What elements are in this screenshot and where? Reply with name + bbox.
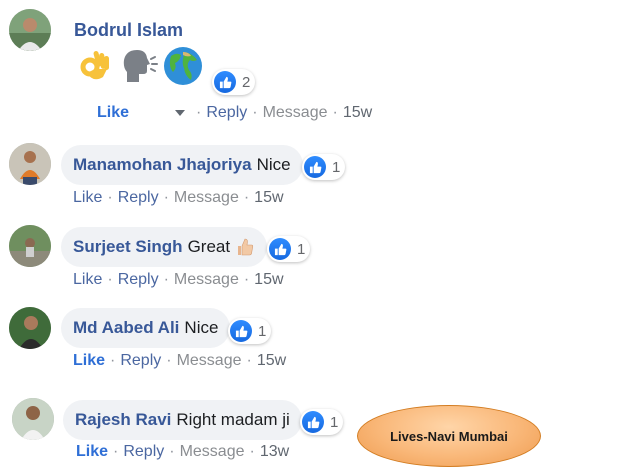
separator: ·: [252, 104, 258, 121]
reaction-count-badge[interactable]: 1: [300, 409, 344, 435]
reply-link[interactable]: Reply: [120, 352, 161, 370]
message-link[interactable]: Message: [177, 352, 242, 370]
ok-hand-icon: [75, 47, 113, 85]
comment-bubble: Manamohan Jhajoriya Nice: [61, 145, 303, 185]
separator: ·: [332, 104, 338, 121]
separator: ·: [163, 189, 169, 206]
comment-actions: Like · Reply · Message · 15w: [73, 189, 284, 207]
timestamp[interactable]: 15w: [254, 189, 283, 207]
reply-link[interactable]: Reply: [206, 104, 247, 122]
separator: ·: [243, 189, 250, 206]
reaction-count-badge[interactable]: 1: [228, 318, 272, 344]
like-link[interactable]: Like: [97, 104, 129, 122]
separator: ·: [169, 443, 175, 460]
message-link[interactable]: Message: [263, 104, 328, 122]
comment-author[interactable]: Rajesh Ravi: [75, 410, 171, 430]
chevron-down-icon[interactable]: [175, 110, 186, 116]
comment-text: Great: [187, 237, 231, 256]
separator: ·: [166, 352, 172, 369]
comment-actions: Like · Reply · Message · 13w: [76, 443, 289, 461]
comment-bubble: Md Aabed Ali Nice: [61, 308, 231, 348]
comment-bubble: Surjeet Singh Great: [61, 227, 268, 267]
reaction-count: 1: [332, 158, 341, 176]
comment-author-bodrul-islam[interactable]: Bodrul Islam: [74, 20, 183, 41]
comment-actions: Like · Reply · Message · 15w: [97, 104, 372, 122]
watermark-label: Lives-Navi Mumbai: [390, 428, 508, 444]
separator: ·: [249, 443, 255, 460]
separator: ·: [243, 271, 250, 288]
avatar-bodrul-islam[interactable]: [9, 9, 51, 51]
message-link[interactable]: Message: [180, 443, 245, 461]
separator: ·: [110, 352, 116, 369]
like-reaction-icon: [214, 71, 236, 93]
comment-author[interactable]: Surjeet Singh: [73, 237, 183, 257]
avatar-rajesh-ravi[interactable]: [12, 398, 54, 440]
timestamp[interactable]: 15w: [257, 352, 286, 370]
message-link[interactable]: Message: [174, 271, 239, 289]
emoji-message: [75, 46, 203, 86]
comment-author[interactable]: Manamohan Jhajoriya: [73, 155, 252, 175]
avatar-surjeet-singh[interactable]: [9, 225, 51, 267]
comment-text: Nice: [184, 318, 219, 337]
comment-actions: Like · Reply · Message · 15w: [73, 352, 286, 370]
separator: ·: [196, 104, 202, 121]
globe-icon: [163, 46, 203, 86]
separator: ·: [107, 189, 113, 206]
reaction-count-badge[interactable]: 2: [212, 69, 256, 95]
like-reaction-icon: [302, 411, 324, 433]
avatar-md-aabed-ali[interactable]: [9, 307, 51, 349]
comment-actions: Like · Reply · Message · 15w: [73, 271, 284, 289]
separator: ·: [107, 271, 113, 288]
like-link[interactable]: Like: [73, 189, 102, 207]
comment-text: Right madam ji: [176, 410, 290, 429]
like-link[interactable]: Like: [73, 271, 102, 289]
comment-bubble: Rajesh Ravi Right madam ji: [63, 400, 302, 440]
reply-link[interactable]: Reply: [118, 189, 159, 207]
like-reaction-icon: [269, 238, 291, 260]
separator: ·: [163, 271, 169, 288]
avatar-manamohan[interactable]: [9, 143, 51, 185]
timestamp[interactable]: 13w: [260, 443, 289, 461]
separator: ·: [113, 443, 119, 460]
reaction-count: 1: [330, 413, 339, 431]
reaction-count-badge[interactable]: 1: [302, 154, 346, 180]
like-link[interactable]: Like: [73, 352, 105, 370]
message-link[interactable]: Message: [174, 189, 239, 207]
reaction-count: 1: [297, 240, 306, 258]
reply-link[interactable]: Reply: [123, 443, 164, 461]
reply-link[interactable]: Reply: [118, 271, 159, 289]
like-reaction-icon: [304, 156, 326, 178]
thumbs-up-icon: [235, 237, 255, 257]
like-reaction-icon: [230, 320, 252, 342]
timestamp[interactable]: 15w: [343, 104, 372, 122]
speaking-head-icon: [119, 46, 159, 86]
watermark-badge: Lives-Navi Mumbai: [357, 405, 541, 467]
comment-author[interactable]: Md Aabed Ali: [73, 318, 179, 338]
timestamp[interactable]: 15w: [254, 271, 283, 289]
reaction-count: 1: [258, 322, 267, 340]
reaction-count: 2: [242, 73, 251, 91]
separator: ·: [246, 352, 252, 369]
like-link[interactable]: Like: [76, 443, 108, 461]
comment-text: Nice: [256, 155, 291, 174]
reaction-count-badge[interactable]: 1: [267, 236, 311, 262]
